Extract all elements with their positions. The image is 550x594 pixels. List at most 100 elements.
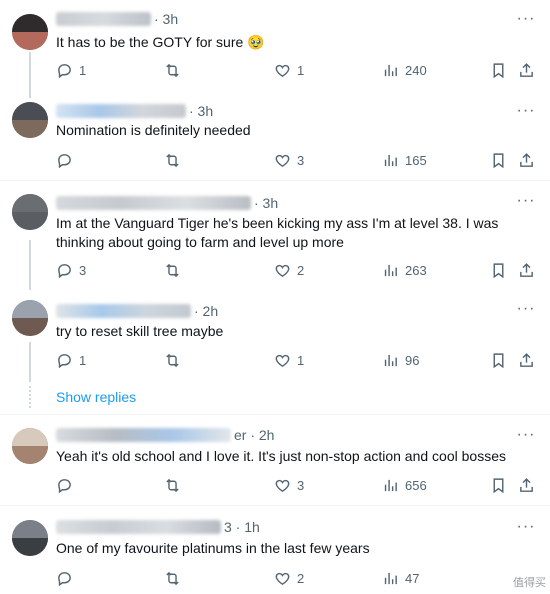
divider (0, 505, 550, 506)
more-options-button[interactable]: ··· (516, 519, 536, 540)
username-blurred[interactable] (56, 196, 251, 210)
more-options-button[interactable]: ··· (516, 11, 536, 32)
bookmark-button[interactable] (490, 60, 513, 80)
views-button[interactable]: 47 (382, 568, 419, 588)
reply-item[interactable]: 3 · 1h ··· One of my favourite platinums… (0, 508, 550, 594)
avatar[interactable] (12, 520, 48, 556)
reply-item[interactable]: er · 2h ··· Yeah it's old school and I l… (0, 416, 550, 504)
thread-dotted-line (29, 386, 33, 408)
timestamp[interactable]: · 3h (154, 11, 178, 27)
reply-icon (58, 63, 71, 78)
reply-button[interactable] (56, 568, 79, 588)
reply-item[interactable]: · 3h ··· Im at the Vanguard Tiger he's b… (0, 184, 550, 290)
views-button[interactable]: 96 (382, 350, 419, 370)
repost-button[interactable] (164, 568, 187, 588)
avatar[interactable] (12, 102, 48, 138)
like-count: 2 (297, 262, 305, 278)
reply-header: 3 · 1h (56, 518, 260, 536)
like-count: 2 (297, 570, 305, 586)
repost-button[interactable] (164, 60, 187, 80)
bookmark-button[interactable] (490, 350, 513, 370)
action-bar: 1 1 240 (56, 60, 536, 80)
more-options-button[interactable]: ··· (516, 301, 536, 322)
views-icon (384, 354, 397, 366)
share-button[interactable] (518, 260, 541, 280)
timestamp[interactable]: · 3h (254, 195, 278, 211)
like-count: 1 (297, 352, 305, 368)
views-button[interactable]: 165 (382, 150, 427, 170)
reply-count: 1 (79, 352, 87, 368)
views-count: 263 (405, 262, 427, 278)
action-bar: 3 656 (56, 475, 536, 495)
like-button[interactable]: 1 (274, 60, 304, 80)
reply-header: · 3h (56, 102, 213, 120)
bookmark-button[interactable] (490, 475, 513, 495)
views-button[interactable]: 263 (382, 260, 427, 280)
reply-item[interactable]: · 2h ··· try to reset skill tree maybe 1… (0, 290, 550, 382)
reply-item[interactable]: · 3h ··· Nomination is definitely needed… (0, 94, 550, 178)
views-icon (384, 479, 397, 491)
timestamp[interactable]: er · 2h (234, 427, 274, 443)
bookmark-icon (493, 477, 504, 493)
repost-icon (166, 478, 179, 492)
repost-icon (166, 263, 179, 277)
more-options-button[interactable]: ··· (516, 427, 536, 448)
reply-text: try to reset skill tree maybe (56, 323, 224, 339)
reply-item[interactable]: · 3h ··· It has to be the GOTY for sure … (0, 0, 550, 92)
reply-button[interactable]: 3 (56, 260, 86, 280)
username-blurred[interactable] (56, 104, 186, 118)
reply-button[interactable] (56, 475, 79, 495)
like-button[interactable]: 3 (274, 150, 304, 170)
show-replies-link[interactable]: Show replies (56, 389, 136, 405)
timestamp[interactable]: · 3h (189, 103, 213, 119)
username-blurred[interactable] (56, 520, 221, 534)
repost-button[interactable] (164, 350, 187, 370)
heart-icon (275, 264, 290, 277)
share-button[interactable] (518, 150, 541, 170)
views-button[interactable]: 656 (382, 475, 427, 495)
repost-button[interactable] (164, 475, 187, 495)
like-button[interactable]: 2 (274, 568, 304, 588)
views-count: 656 (405, 477, 427, 493)
views-button[interactable]: 240 (382, 60, 427, 80)
bookmark-icon (493, 152, 504, 168)
timestamp[interactable]: · 2h (194, 303, 218, 319)
reply-button[interactable]: 1 (56, 350, 86, 370)
bookmark-button[interactable] (490, 150, 513, 170)
heart-icon (275, 154, 290, 167)
share-button[interactable] (518, 475, 541, 495)
reply-button[interactable] (56, 150, 79, 170)
reply-header: er · 2h (56, 426, 274, 444)
username-blurred[interactable] (56, 428, 231, 442)
avatar[interactable] (12, 300, 48, 336)
action-bar: 3 2 263 (56, 260, 536, 280)
bookmark-button[interactable] (490, 260, 513, 280)
views-icon (384, 572, 397, 584)
share-icon (520, 62, 533, 77)
bookmark-icon (493, 352, 504, 368)
like-button[interactable]: 2 (274, 260, 304, 280)
repost-button[interactable] (164, 260, 187, 280)
views-icon (384, 64, 397, 76)
username-blurred[interactable] (56, 12, 151, 26)
avatar[interactable] (12, 428, 48, 464)
avatar[interactable] (12, 14, 48, 50)
like-button[interactable]: 3 (274, 475, 304, 495)
more-options-button[interactable]: ··· (516, 193, 536, 214)
views-count: 47 (405, 570, 420, 586)
reply-button[interactable]: 1 (56, 60, 86, 80)
repost-icon (166, 63, 179, 77)
reply-icon (58, 571, 71, 586)
reply-icon (58, 478, 71, 493)
reply-icon (58, 263, 71, 278)
share-icon (520, 352, 533, 367)
like-button[interactable]: 1 (274, 350, 304, 370)
repost-button[interactable] (164, 150, 187, 170)
username-blurred[interactable] (56, 304, 191, 318)
bookmark-icon (493, 62, 504, 78)
share-button[interactable] (518, 60, 541, 80)
share-button[interactable] (518, 350, 541, 370)
avatar[interactable] (12, 194, 48, 230)
timestamp[interactable]: 3 · 1h (224, 519, 260, 535)
views-count: 240 (405, 62, 427, 78)
